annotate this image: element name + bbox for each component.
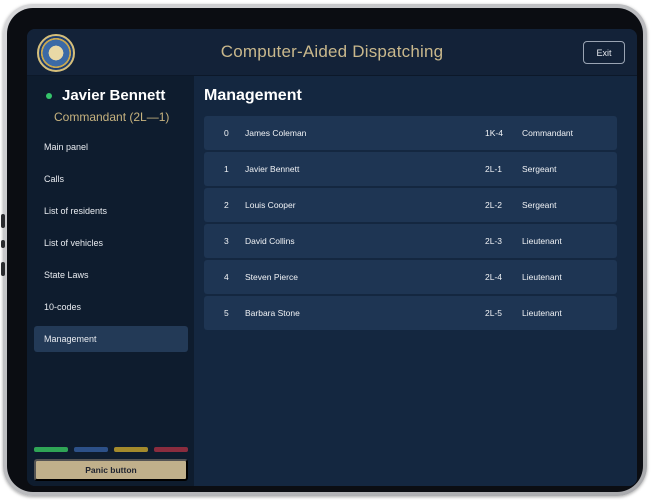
table-row[interactable]: 4 Steven Pierce 2L-4 Lieutenant (204, 260, 617, 294)
sidebar-item-main-panel[interactable]: Main panel (34, 134, 188, 160)
row-code: 2L-5 (485, 308, 503, 318)
user-name: Javier Bennett (62, 87, 166, 104)
online-status-icon (46, 93, 52, 99)
main-panel: Management 0 James Coleman 1K-4 Commanda… (194, 76, 637, 486)
row-rank: Commandant (522, 128, 574, 138)
row-index: 4 (224, 272, 229, 282)
status-color-bars (34, 447, 188, 452)
status-bar-red[interactable] (154, 447, 188, 452)
row-code: 2L-4 (485, 272, 503, 282)
sidebar-item-10-codes[interactable]: 10-codes (34, 294, 188, 320)
row-rank: Lieutenant (522, 236, 562, 246)
panic-button[interactable]: Panic button (34, 459, 188, 481)
volume-down-button (1, 262, 5, 276)
volume-up-button (1, 214, 5, 228)
row-code: 2L-3 (485, 236, 503, 246)
row-code: 2L-1 (485, 164, 503, 174)
bezel: Computer-Aided Dispatching Exit Javier B… (7, 8, 643, 492)
sidebar-item-vehicles[interactable]: List of vehicles (34, 230, 188, 256)
table-row[interactable]: 1 Javier Bennett 2L-1 Sergeant (204, 152, 617, 186)
status-bar-blue[interactable] (74, 447, 108, 452)
row-index: 3 (224, 236, 229, 246)
sidebar-item-calls[interactable]: Calls (34, 166, 188, 192)
row-code: 2L-2 (485, 200, 503, 210)
row-index: 5 (224, 308, 229, 318)
row-rank: Sergeant (522, 200, 557, 210)
row-code: 1K-4 (485, 128, 503, 138)
management-table: 0 James Coleman 1K-4 Commandant 1 Javier… (204, 116, 617, 332)
status-bar-yellow[interactable] (114, 447, 148, 452)
row-index: 1 (224, 164, 229, 174)
table-row[interactable]: 5 Barbara Stone 2L-5 Lieutenant (204, 296, 617, 330)
status-bar-green[interactable] (34, 447, 68, 452)
exit-button[interactable]: Exit (583, 41, 625, 64)
table-row[interactable]: 3 David Collins 2L-3 Lieutenant (204, 224, 617, 258)
sidebar-nav: Main panel Calls List of residents List … (34, 134, 188, 358)
mute-switch (1, 240, 5, 248)
row-name: Barbara Stone (245, 308, 300, 318)
row-rank: Sergeant (522, 164, 557, 174)
row-name: Javier Bennett (245, 164, 300, 174)
tablet-frame: Computer-Aided Dispatching Exit Javier B… (1, 4, 647, 496)
app-title: Computer-Aided Dispatching (220, 42, 444, 61)
row-name: James Coleman (245, 128, 307, 138)
row-index: 2 (224, 200, 229, 210)
table-row[interactable]: 2 Louis Cooper 2L-2 Sergeant (204, 188, 617, 222)
sidebar-item-management[interactable]: Management (34, 326, 188, 352)
sidebar: Javier Bennett Commandant (2L—1) Main pa… (27, 76, 194, 486)
row-name: David Collins (245, 236, 295, 246)
row-name: Louis Cooper (245, 200, 296, 210)
sidebar-item-residents[interactable]: List of residents (34, 198, 188, 224)
user-rank: Commandant (2L—1) (54, 110, 170, 124)
top-bar: Computer-Aided Dispatching Exit (27, 29, 637, 76)
page-title: Management (204, 87, 302, 104)
row-rank: Lieutenant (522, 308, 562, 318)
screen: Computer-Aided Dispatching Exit Javier B… (27, 29, 637, 486)
row-rank: Lieutenant (522, 272, 562, 282)
row-name: Steven Pierce (245, 272, 298, 282)
sidebar-item-state-laws[interactable]: State Laws (34, 262, 188, 288)
table-row[interactable]: 0 James Coleman 1K-4 Commandant (204, 116, 617, 150)
row-index: 0 (224, 128, 229, 138)
